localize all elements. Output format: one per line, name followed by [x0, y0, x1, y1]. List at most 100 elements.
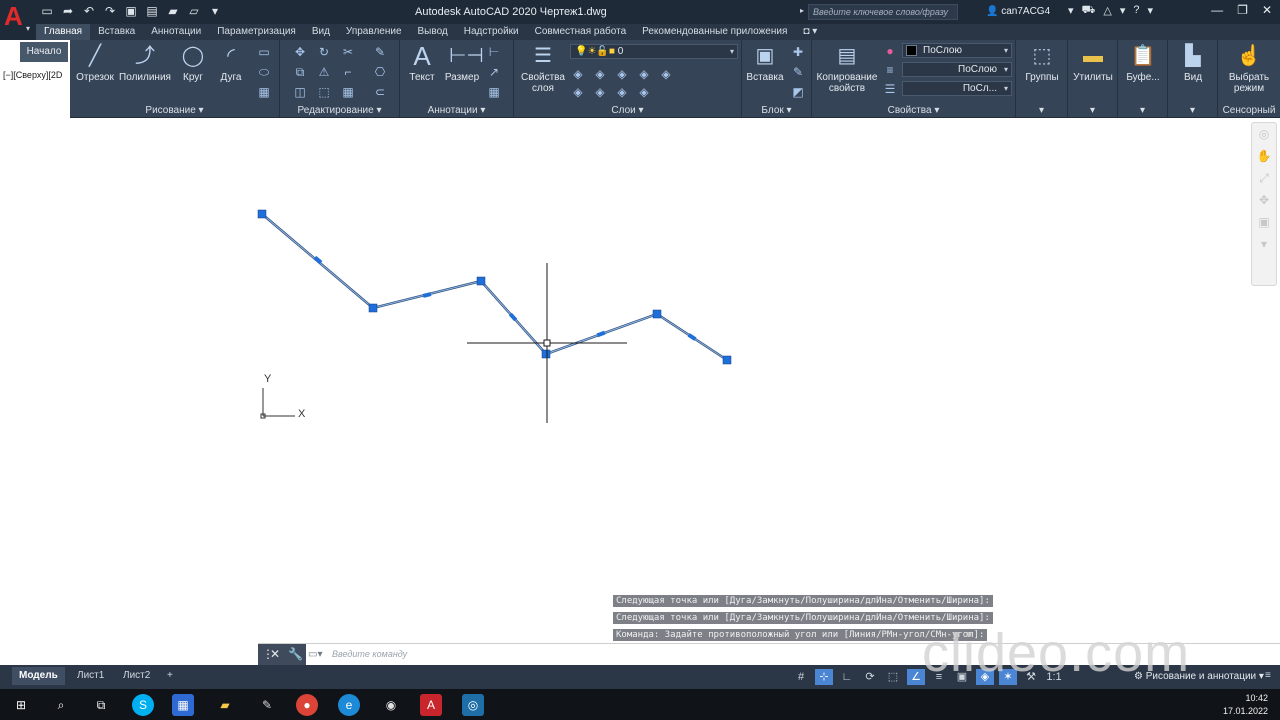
groups-expand-icon[interactable]: ▾ [1016, 105, 1067, 116]
drawing-canvas[interactable]: Y X [0, 118, 1280, 643]
stretch-icon[interactable]: ◫ [292, 84, 308, 100]
wrench-icon[interactable]: 🔧 [288, 647, 303, 661]
save-icon[interactable]: ▣ [124, 4, 138, 18]
dropdown-icon[interactable]: ▾ [1120, 4, 1126, 18]
tab-home[interactable]: Главная [36, 24, 91, 40]
search-expand-icon[interactable]: ▸ [800, 6, 804, 15]
layers-panel-title[interactable]: Слои ▾ [514, 105, 741, 116]
zoom-icon[interactable]: ⤢ [1252, 167, 1276, 189]
layer-tool-icon[interactable]: ◈ [570, 84, 586, 100]
grid-icon[interactable]: # [792, 669, 810, 685]
table-icon[interactable]: ▦ [486, 84, 502, 100]
modify-panel-title[interactable]: Редактирование ▾ [280, 105, 399, 116]
calculator-icon[interactable]: ▦ [172, 694, 194, 716]
application-menu-button[interactable]: A ▾ [0, 0, 36, 40]
layer-select[interactable]: 💡☀🔓■ 0 ▾ [570, 44, 738, 59]
tab-collaborate[interactable]: Совместная работа [527, 24, 635, 40]
edge-icon[interactable]: e [338, 694, 360, 716]
viewport-controls[interactable]: [−][Сверху][2D [3, 70, 62, 80]
layer-tool-icon[interactable]: ◈ [570, 66, 586, 82]
block-panel-title[interactable]: Блок ▾ [742, 105, 811, 116]
tab-annotate[interactable]: Аннотации [143, 24, 209, 40]
attribute-icon[interactable]: ◩ [790, 84, 806, 100]
help-icon[interactable]: ? [1133, 4, 1139, 18]
osnap-track-icon[interactable]: ⬚ [884, 669, 902, 685]
fillet-icon[interactable]: ⌐ [340, 64, 356, 80]
file-explorer-icon[interactable]: ▰ [214, 694, 236, 716]
layer-tool-icon[interactable]: ◈ [658, 66, 674, 82]
tab-insert[interactable]: Вставка [90, 24, 143, 40]
rotate-icon[interactable]: ↻ [316, 44, 332, 60]
skype-icon[interactable]: S [132, 694, 154, 716]
new-icon[interactable]: ▭ [40, 4, 54, 18]
line-button[interactable]: ╱ Отрезок [74, 44, 116, 83]
a360-icon[interactable]: △ [1103, 4, 1111, 18]
explode-icon[interactable]: ⎔ [372, 64, 388, 80]
view-button[interactable]: ▙ Вид [1168, 44, 1218, 83]
insert-button[interactable]: ▣ Вставка [744, 44, 786, 83]
mirror-icon[interactable]: ⚠ [316, 64, 332, 80]
tab-view[interactable]: Вид [304, 24, 338, 40]
autocad-taskbar-icon[interactable]: A [420, 694, 442, 716]
windows-start-icon[interactable]: ⊞ [10, 694, 32, 716]
clipboard-button[interactable]: 📋 Буфе... [1118, 44, 1168, 83]
app-taskbar-icon[interactable]: ◎ [462, 694, 484, 716]
lineweight-select[interactable]: ПоСл... ▾ [902, 81, 1012, 96]
dimension-button[interactable]: ⊢⊣ Размер [442, 44, 484, 83]
annotation-panel-title[interactable]: Аннотации ▾ [400, 105, 513, 116]
color-select[interactable]: ПоСлою ▾ [902, 43, 1012, 58]
tab-addins[interactable]: Надстройки [456, 24, 527, 40]
polar-icon[interactable]: ⟳ [861, 669, 879, 685]
folder-icon[interactable]: ▰ [166, 4, 180, 18]
tab-layout1[interactable]: Лист1 [70, 667, 111, 685]
cart-icon[interactable]: ⛟ [1082, 4, 1096, 18]
match-properties-button[interactable]: ▤ Копирование свойств [814, 44, 880, 94]
erase-icon[interactable]: ✎ [372, 44, 388, 60]
showmotion-icon[interactable]: ▣ [1252, 211, 1276, 233]
linetype-select[interactable]: ПоСлою ▾ [902, 62, 1012, 77]
undo-icon[interactable]: ↶ [82, 4, 96, 18]
share-icon[interactable]: ▱ [187, 4, 201, 18]
create-block-icon[interactable]: ✚ [790, 44, 806, 60]
utilities-button[interactable]: ▬ Утилиты [1068, 44, 1118, 83]
tab-featured-apps[interactable]: Рекомендованные приложения [634, 24, 795, 40]
obs-icon[interactable]: ◉ [380, 694, 402, 716]
leader-icon[interactable]: ↗ [486, 64, 502, 80]
minimize-icon[interactable]: — [1211, 3, 1223, 17]
restore-icon[interactable]: ❐ [1237, 3, 1248, 17]
customize-icon[interactable]: ▾ [208, 4, 222, 18]
system-clock[interactable]: 10:42 17.01.2022 [1223, 692, 1268, 718]
navbar-options-icon[interactable]: ▾ [1252, 233, 1276, 255]
layer-tool-icon[interactable]: ◈ [636, 84, 652, 100]
ortho-icon[interactable]: ∟ [838, 669, 856, 685]
layer-properties-button[interactable]: ☰ Свойства слоя [518, 44, 568, 94]
properties-panel-title[interactable]: Свойства ▾ [812, 105, 1015, 116]
tab-manage[interactable]: Управление [338, 24, 410, 40]
layer-tool-icon[interactable]: ◈ [592, 66, 608, 82]
pan-icon[interactable]: ✋ [1252, 145, 1276, 167]
steering-wheel-icon[interactable]: ◎ [1252, 123, 1276, 145]
layer-tool-icon[interactable]: ◈ [614, 84, 630, 100]
polyline[interactable] [261, 213, 728, 362]
tab-parametric[interactable]: Параметризация [209, 24, 304, 40]
task-view-icon[interactable]: ⧉ [90, 694, 112, 716]
midpoint-grips[interactable] [313, 255, 697, 341]
scale-icon[interactable]: ⬚ [316, 84, 332, 100]
text-button[interactable]: A Текст [404, 43, 440, 83]
utilities-expand-icon[interactable]: ▾ [1068, 105, 1117, 116]
search-icon[interactable]: ⌕ [50, 694, 72, 716]
tab-model[interactable]: Модель [12, 667, 65, 685]
close-icon[interactable]: ✕ [270, 647, 280, 661]
ribbon-options-icon[interactable]: ◘ ▾ [795, 24, 825, 40]
rectangle-icon[interactable]: ▭ [256, 44, 272, 60]
view-expand-icon[interactable]: ▾ [1168, 105, 1217, 116]
move-icon[interactable]: ✥ [292, 44, 308, 60]
chrome-icon[interactable]: ● [296, 694, 318, 716]
vertex-grips[interactable] [257, 209, 732, 365]
copy-icon[interactable]: ⧉ [292, 64, 308, 80]
orbit-icon[interactable]: ✥ [1252, 189, 1276, 211]
layer-tool-icon[interactable]: ◈ [592, 84, 608, 100]
customize-status-icon[interactable]: ≡ [1258, 667, 1278, 685]
print-icon[interactable]: ▤ [145, 4, 159, 18]
offset-icon[interactable]: ⊂ [372, 84, 388, 100]
